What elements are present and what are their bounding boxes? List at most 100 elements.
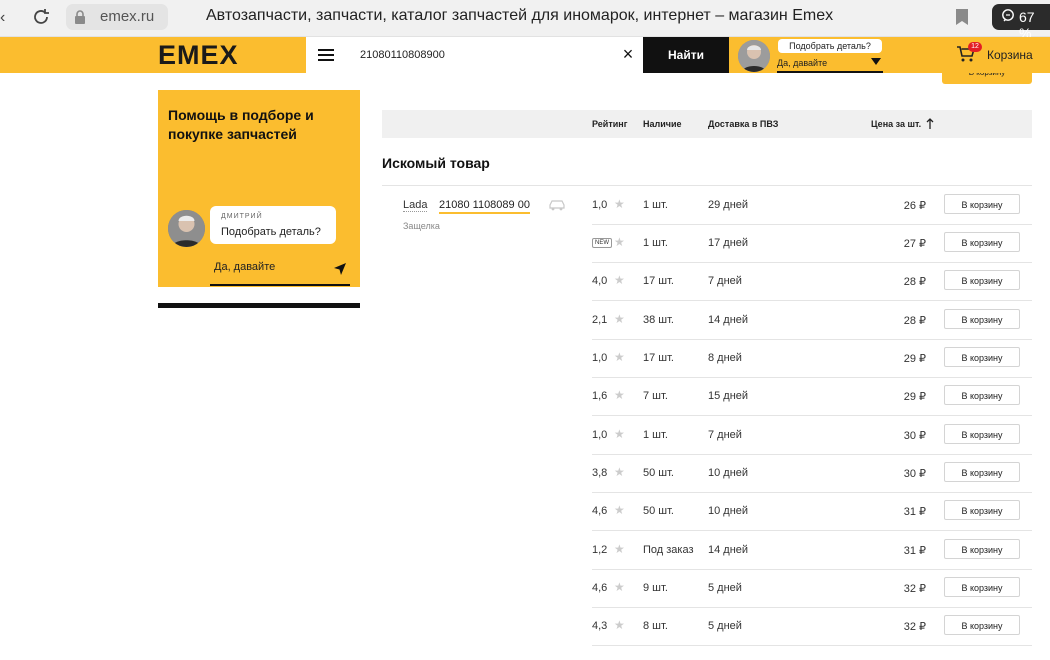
delivery-value: 17 дней [708,237,749,249]
stock-value: 9 шт. [643,582,668,594]
address-bar[interactable]: emex.ru [66,4,168,30]
star-icon: ★ [614,273,625,287]
stock-value: 7 шт. [643,390,668,402]
star-icon: ★ [614,542,625,556]
add-to-cart-button[interactable]: В корзину [944,309,1020,329]
add-to-cart-button[interactable]: В корзину [944,615,1020,635]
add-to-cart-button[interactable]: В корзину [944,194,1020,214]
rating-value: 1,2 [592,544,608,556]
rating-value: 1,6 [592,390,608,402]
table-row: 2,1 ★ 38 шт. 14 дней 28 ₽ В корзину [592,301,1032,340]
rating-value: 4,3 [592,620,608,632]
column-delivery[interactable]: Доставка в ПВЗ [708,119,778,129]
table-row: 1,0 ★ 1 шт. 29 дней 26 ₽ В корзину [592,186,1032,225]
product-number[interactable]: 21080 1108089 00 [439,199,530,214]
add-to-cart-button[interactable]: В корзину [944,424,1020,444]
stock-value: Под заказ [643,544,694,556]
price-value: 31 ₽ [903,545,926,557]
product-brand[interactable]: Lada [403,199,428,212]
column-rating[interactable]: Рейтинг [592,119,627,129]
search-box: × [348,37,643,73]
delivery-value: 7 дней [708,429,742,441]
price-value: 31 ₽ [903,506,926,518]
add-to-cart-button[interactable]: В корзину [944,500,1020,520]
search-input[interactable] [360,46,600,64]
stock-value: 50 шт. [643,505,674,517]
add-to-cart-button[interactable]: В корзину [944,347,1020,367]
menu-icon[interactable] [306,37,348,73]
rating-value: 1,0 [592,352,608,364]
table-row: 1,2 ★ Под заказ 14 дней 31 ₽ В корзину [592,531,1032,570]
add-to-cart-button[interactable]: В корзину [944,577,1020,597]
star-icon: ★ [614,235,625,249]
add-to-cart-button[interactable]: В корзину [944,232,1020,252]
star-icon: ★ [614,350,625,364]
section-title: Искомый товар [382,155,490,171]
assistant-answer-select[interactable]: Да, давайте [777,56,883,73]
avatar [738,40,770,72]
table-row: 4,6 ★ 9 шт. 5 дней 32 ₽ В корзину [592,569,1032,608]
delivery-value: 5 дней [708,582,742,594]
car-icon[interactable] [549,199,565,211]
price-value: 28 ₽ [903,276,926,288]
delivery-value: 14 дней [708,314,749,326]
sort-arrow-icon[interactable] [926,118,934,130]
bookmark-icon[interactable] [955,8,969,26]
add-to-cart-button[interactable]: В корзину [944,385,1020,405]
price-value: 30 ₽ [903,430,926,442]
page-title: Автозапчасти, запчасти, каталог запчасте… [206,7,834,24]
chevron-down-icon [871,58,881,65]
zoom-indicator[interactable]: 67 % [992,4,1050,41]
table-row: 3,8 ★ 50 шт. 10 дней 30 ₽ В корзину [592,454,1032,493]
reload-icon[interactable] [30,6,52,28]
consultant-name: ДМИТРИЙ [221,213,263,220]
price-value: 26 ₽ [903,200,926,212]
consultant-question: Подобрать деталь? [221,226,321,238]
delivery-value: 5 дней [708,620,742,632]
rating-value: 1,0 [592,429,608,441]
stock-value: 38 шт. [643,314,674,326]
star-icon: ★ [614,197,625,211]
delivery-value: 7 дней [708,275,742,287]
column-stock[interactable]: Наличие [643,119,682,129]
add-to-cart-button[interactable]: В корзину [944,539,1020,559]
stock-value: 50 шт. [643,467,674,479]
price-value: 29 ₽ [903,391,926,403]
delivery-value: 15 дней [708,390,749,402]
assistant-answer-label: Да, давайте [777,58,828,68]
add-to-cart-button[interactable]: В корзину [944,462,1020,482]
price-value: 29 ₽ [903,353,926,365]
delivery-value: 10 дней [708,505,749,517]
price-value: 32 ₽ [903,583,926,595]
stock-value: 17 шт. [643,352,674,364]
promo-answer-field[interactable]: Да, давайте [210,260,350,286]
price-value: 32 ₽ [903,621,926,633]
star-icon: ★ [614,427,625,441]
delivery-value: 8 дней [708,352,742,364]
stock-value: 1 шт. [643,429,668,441]
zoom-icon [1002,9,1014,22]
consultant-bubble: ДМИТРИЙ Подобрать деталь? [210,206,336,244]
emex-logo[interactable]: EMEX [158,41,239,69]
sticky-cart-button[interactable]: В корзину [942,73,1032,84]
table-header: Рейтинг Наличие Доставка в ПВЗ Цена за ш… [382,110,1032,138]
star-icon: ★ [614,312,625,326]
star-icon: ★ [614,388,625,402]
product-description: Защелка [403,221,440,231]
send-icon[interactable] [334,263,346,275]
rating-value: 3,8 [592,467,608,479]
add-to-cart-button[interactable]: В корзину [944,270,1020,290]
find-button[interactable]: Найти [643,37,729,73]
stock-value: 1 шт. [643,237,668,249]
table-row: 1,0 ★ 1 шт. 7 дней 30 ₽ В корзину [592,416,1032,455]
close-icon[interactable]: × [620,45,636,63]
price-value: 27 ₽ [903,238,926,250]
rating-value: 4,6 [592,505,608,517]
column-price[interactable]: Цена за шт. [871,119,921,129]
table-row: 1,6 ★ 7 шт. 15 дней 29 ₽ В корзину [592,377,1032,416]
back-icon[interactable]: ‹ [0,8,10,28]
star-icon: ★ [614,503,625,517]
promo-answer-label: Да, давайте [214,261,276,273]
delivery-value: 29 дней [708,199,749,211]
cart-label[interactable]: Корзина [987,48,1033,62]
